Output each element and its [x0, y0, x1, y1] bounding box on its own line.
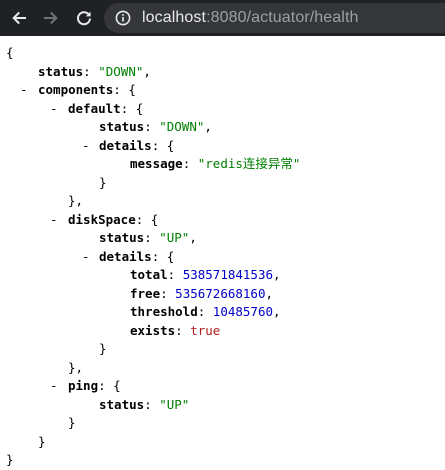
- json-line: total: 538571841536,: [130, 267, 281, 282]
- diskspace-key: diskSpace: [68, 211, 136, 227]
- json-line: exists: true: [130, 322, 221, 338]
- diskspace-status-value: "UP": [159, 230, 190, 245]
- total-value: 538571841536: [182, 267, 274, 282]
- json-line: }: [38, 433, 46, 449]
- json-line: - details: {: [0, 137, 445, 156]
- default-key: default: [68, 100, 121, 116]
- free-value: 535672668160: [175, 285, 266, 301]
- back-button[interactable]: [7, 6, 31, 30]
- json-line: status: "DOWN",: [99, 119, 212, 134]
- root-close-brace: }: [6, 452, 14, 467]
- collapse-default-details-toggle[interactable]: -: [82, 137, 90, 156]
- url-text[interactable]: localhost:8080/actuator/health: [142, 9, 359, 27]
- json-line: },: [68, 359, 84, 375]
- json-line: },: [68, 193, 84, 208]
- message-key: message: [130, 156, 183, 171]
- ping-key: ping: [68, 378, 99, 393]
- default-status-value: "DOWN": [159, 119, 205, 134]
- browser-toolbar: localhost:8080/actuator/health: [0, 0, 445, 36]
- ping-status-value: "UP": [159, 396, 190, 412]
- json-line: threshold: 10485760,: [130, 304, 281, 319]
- diskspace-status-key: status: [99, 230, 145, 245]
- threshold-key: threshold: [130, 304, 198, 319]
- exists-value: true: [190, 322, 221, 338]
- json-line: message: "redis连接异常": [130, 156, 301, 171]
- free-key: free: [130, 285, 161, 301]
- json-line: - ping: {: [0, 377, 445, 396]
- arrow-left-icon: [10, 9, 28, 27]
- json-line: - details: {: [0, 248, 445, 267]
- json-line: status: "DOWN",: [38, 63, 151, 79]
- ping-status-key: status: [99, 396, 145, 412]
- url-path: :8080/actuator/health: [206, 9, 359, 26]
- message-value: "redis连接异常": [197, 156, 301, 171]
- json-line: {: [0, 44, 445, 63]
- collapse-components-toggle[interactable]: -: [20, 81, 28, 100]
- arrow-right-icon: [42, 9, 60, 27]
- json-line: }: [99, 341, 107, 356]
- root-status-key: status: [38, 63, 84, 79]
- default-details-key: details: [99, 137, 152, 153]
- info-icon[interactable]: [114, 9, 132, 27]
- collapse-ping-toggle[interactable]: -: [50, 377, 58, 396]
- reload-button[interactable]: [72, 6, 96, 30]
- root-open-brace: {: [6, 45, 14, 60]
- diskspace-details-key: details: [99, 248, 152, 264]
- json-line: - diskSpace: {: [0, 211, 445, 230]
- forward-button[interactable]: [39, 6, 63, 30]
- threshold-value: 10485760: [212, 304, 274, 319]
- json-line: }: [68, 415, 76, 430]
- json-line: }: [0, 451, 445, 470]
- collapse-diskspace-toggle[interactable]: -: [50, 211, 58, 230]
- components-key: components: [38, 82, 114, 97]
- json-line: - default: {: [0, 100, 445, 119]
- address-bar[interactable]: localhost:8080/actuator/health: [104, 3, 445, 33]
- default-status-key: status: [99, 119, 145, 134]
- json-line: - components: {: [0, 81, 445, 100]
- exists-key: exists: [130, 322, 176, 338]
- url-host: localhost: [142, 9, 207, 26]
- collapse-default-toggle[interactable]: -: [50, 100, 58, 119]
- json-line: status: "UP",: [99, 230, 197, 245]
- json-line: free: 535672668160,: [130, 285, 274, 301]
- root-status-value: "DOWN": [98, 63, 144, 79]
- total-key: total: [130, 267, 168, 282]
- json-line: status: "UP": [99, 396, 190, 412]
- json-line: }: [99, 174, 107, 190]
- collapse-diskspace-details-toggle[interactable]: -: [82, 248, 90, 267]
- json-viewer: { status: "DOWN", - components: { - defaul…: [0, 44, 445, 470]
- reload-icon: [75, 9, 93, 27]
